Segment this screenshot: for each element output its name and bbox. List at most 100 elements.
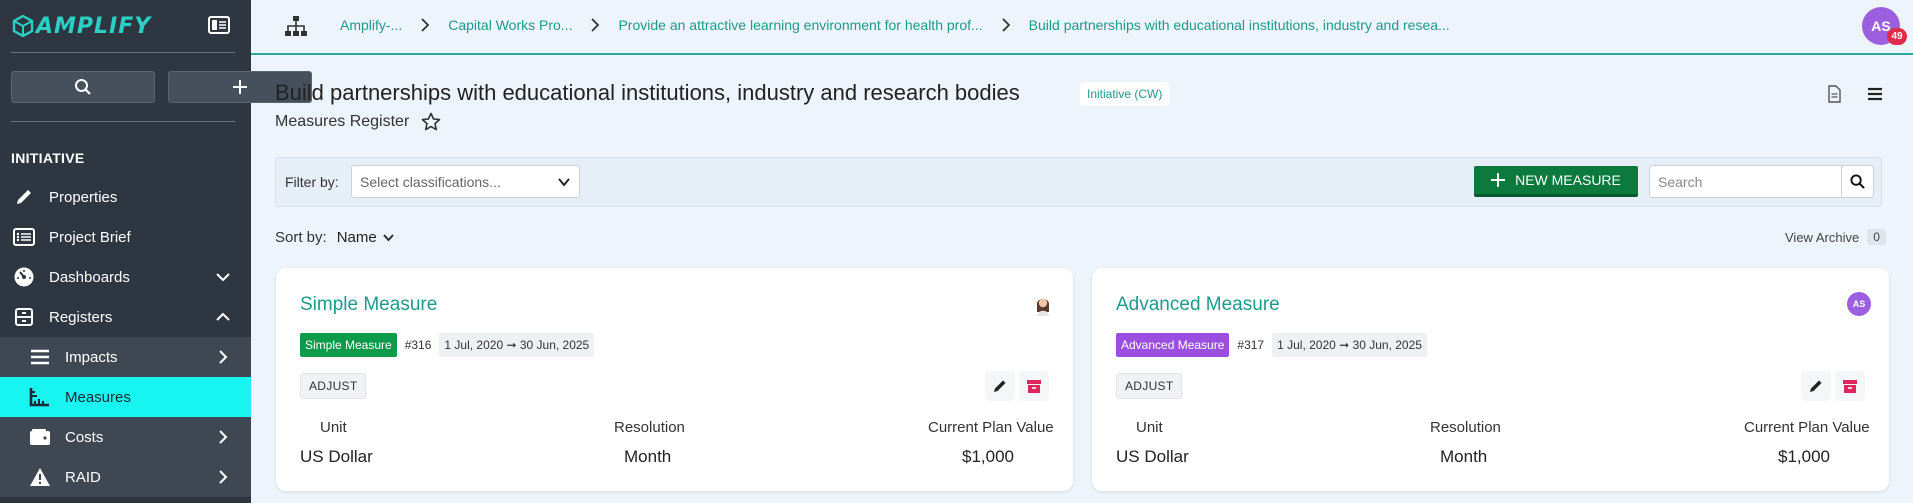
sidebar-item-label: Registers bbox=[49, 308, 113, 326]
breadcrumb: Amplify-... Capital Works Pro... Provide… bbox=[340, 17, 1450, 33]
archive-icon bbox=[12, 305, 36, 329]
bars-icon bbox=[28, 345, 52, 369]
pencil-icon bbox=[12, 185, 36, 209]
measure-title[interactable]: Advanced Measure bbox=[1116, 294, 1280, 316]
new-measure-button[interactable]: NEW MEASURE bbox=[1474, 166, 1638, 197]
menu-icon[interactable] bbox=[1866, 85, 1884, 103]
sidebar-item-label: Project Brief bbox=[49, 228, 131, 246]
plan-value-header: Current Plan Value bbox=[928, 419, 1054, 436]
list-icon bbox=[12, 225, 36, 249]
chevron-right-icon bbox=[219, 430, 228, 444]
wallet-icon bbox=[28, 425, 52, 449]
chevron-right-icon bbox=[219, 470, 228, 484]
resolution-value: Month bbox=[1440, 447, 1488, 466]
edit-button[interactable] bbox=[985, 371, 1015, 401]
cube-logo-icon bbox=[12, 14, 34, 38]
archive-icon bbox=[1027, 380, 1041, 393]
measure-card: Simple Measure Simple Measure #316 1 Jul… bbox=[276, 268, 1073, 491]
measure-id: #316 bbox=[404, 338, 432, 352]
sidebar-item-label: Impacts bbox=[65, 348, 118, 366]
chevron-right-icon bbox=[421, 18, 430, 32]
search-button[interactable] bbox=[1841, 166, 1873, 197]
measure-title[interactable]: Simple Measure bbox=[300, 294, 437, 316]
resolution-value: Month bbox=[624, 447, 672, 466]
pencil-icon bbox=[994, 380, 1006, 392]
top-bar: Amplify-... Capital Works Pro... Provide… bbox=[251, 0, 1913, 55]
sidebar-item-label: Measures bbox=[65, 388, 131, 406]
owner-avatar[interactable]: AS bbox=[1847, 292, 1871, 316]
sidebar-divider bbox=[11, 121, 235, 122]
archive-button[interactable] bbox=[1835, 371, 1865, 401]
chevron-right-icon bbox=[1002, 18, 1010, 32]
app-logo[interactable]: AMPLIFY bbox=[12, 10, 151, 42]
breadcrumb-item[interactable]: Provide an attractive learning environme… bbox=[618, 17, 982, 33]
search-icon bbox=[1850, 174, 1865, 189]
sidebar-item-dashboards[interactable]: Dashboards bbox=[0, 257, 251, 297]
breadcrumb-item[interactable]: Capital Works Pro... bbox=[448, 17, 572, 33]
category-badge: Advanced Measure bbox=[1116, 333, 1230, 357]
measure-id: #317 bbox=[1237, 338, 1265, 352]
sidebar-item-costs[interactable]: Costs bbox=[0, 417, 251, 457]
page-subtitle: Measures Register bbox=[275, 113, 410, 130]
date-range: 1 Jul, 2020 ➞ 30 Jun, 2025 bbox=[1272, 333, 1427, 357]
sidebar-item-label: RAID bbox=[65, 468, 101, 486]
warning-icon bbox=[28, 465, 52, 489]
search-placeholder: Search bbox=[1658, 173, 1703, 190]
sidebar-item-raid[interactable]: RAID bbox=[0, 457, 251, 497]
classification-select[interactable]: Select classifications... bbox=[351, 165, 580, 198]
breadcrumb-item[interactable]: Build partnerships with educational inst… bbox=[1029, 17, 1450, 33]
sidebar-divider bbox=[11, 52, 235, 53]
notification-badge: 49 bbox=[1887, 28, 1907, 45]
archive-count-badge: 0 bbox=[1867, 229, 1886, 245]
type-badge: Initiative (CW) bbox=[1080, 82, 1170, 106]
gauge-icon bbox=[12, 265, 36, 289]
sidebar-item-label: Properties bbox=[49, 188, 118, 206]
chevron-down-icon bbox=[216, 273, 230, 282]
filter-label: Filter by: bbox=[285, 174, 339, 190]
new-measure-label: NEW MEASURE bbox=[1515, 172, 1621, 188]
adjust-button[interactable]: ADJUST bbox=[1116, 373, 1183, 399]
sidebar-item-registers[interactable]: Registers bbox=[0, 297, 251, 337]
edit-button[interactable] bbox=[1801, 371, 1831, 401]
view-archive-label: View Archive bbox=[1785, 229, 1860, 245]
measure-meta: Simple Measure #316 1 Jul, 2020 ➞ 30 Jun… bbox=[300, 333, 595, 357]
sort-dropdown[interactable]: Name bbox=[337, 229, 394, 246]
document-icon[interactable] bbox=[1825, 85, 1843, 103]
unit-header: Unit bbox=[320, 419, 347, 436]
view-archive-link[interactable]: View Archive 0 bbox=[1785, 229, 1886, 245]
owner-avatar[interactable] bbox=[1031, 292, 1055, 316]
star-icon[interactable] bbox=[421, 112, 441, 132]
plan-value-header: Current Plan Value bbox=[1744, 419, 1870, 436]
chevron-down-icon bbox=[558, 178, 570, 187]
sidebar-item-label: Dashboards bbox=[49, 268, 130, 286]
sidebar-search-button[interactable] bbox=[11, 71, 155, 103]
plus-icon bbox=[233, 80, 247, 94]
chevron-right-icon bbox=[219, 350, 228, 364]
hierarchy-icon[interactable] bbox=[284, 14, 308, 38]
sidebar-item-properties[interactable]: Properties bbox=[0, 177, 251, 217]
unit-value: US Dollar bbox=[300, 447, 373, 466]
ruler-icon bbox=[28, 385, 52, 409]
logo-text: AMPLIFY bbox=[36, 13, 152, 39]
archive-button[interactable] bbox=[1019, 371, 1049, 401]
plus-icon bbox=[1491, 173, 1506, 187]
adjust-button[interactable]: ADJUST bbox=[300, 373, 367, 399]
unit-header: Unit bbox=[1136, 419, 1163, 436]
collapse-sidebar-icon[interactable] bbox=[208, 15, 230, 35]
search-input[interactable]: Search bbox=[1649, 165, 1874, 198]
sidebar-item-project-brief[interactable]: Project Brief bbox=[0, 217, 251, 257]
sidebar-item-impacts[interactable]: Impacts bbox=[0, 337, 251, 377]
unit-value: US Dollar bbox=[1116, 447, 1189, 466]
sort-control: Sort by: Name bbox=[275, 229, 394, 246]
chevron-up-icon bbox=[216, 312, 230, 321]
page-title: Build partnerships with educational inst… bbox=[275, 80, 1020, 105]
chevron-right-icon bbox=[591, 18, 600, 32]
classification-select-placeholder: Select classifications... bbox=[360, 173, 501, 190]
breadcrumb-item[interactable]: Amplify-... bbox=[340, 17, 402, 33]
sidebar-item-label: Costs bbox=[65, 428, 104, 446]
measure-card: Advanced Measure AS Advanced Measure #31… bbox=[1092, 268, 1889, 491]
search-icon bbox=[75, 79, 91, 95]
sidebar-section-title: INITIATIVE bbox=[11, 150, 85, 166]
sidebar-item-measures[interactable]: Measures bbox=[0, 377, 251, 417]
filter-bar: Filter by: Select classifications... NEW… bbox=[275, 157, 1882, 207]
